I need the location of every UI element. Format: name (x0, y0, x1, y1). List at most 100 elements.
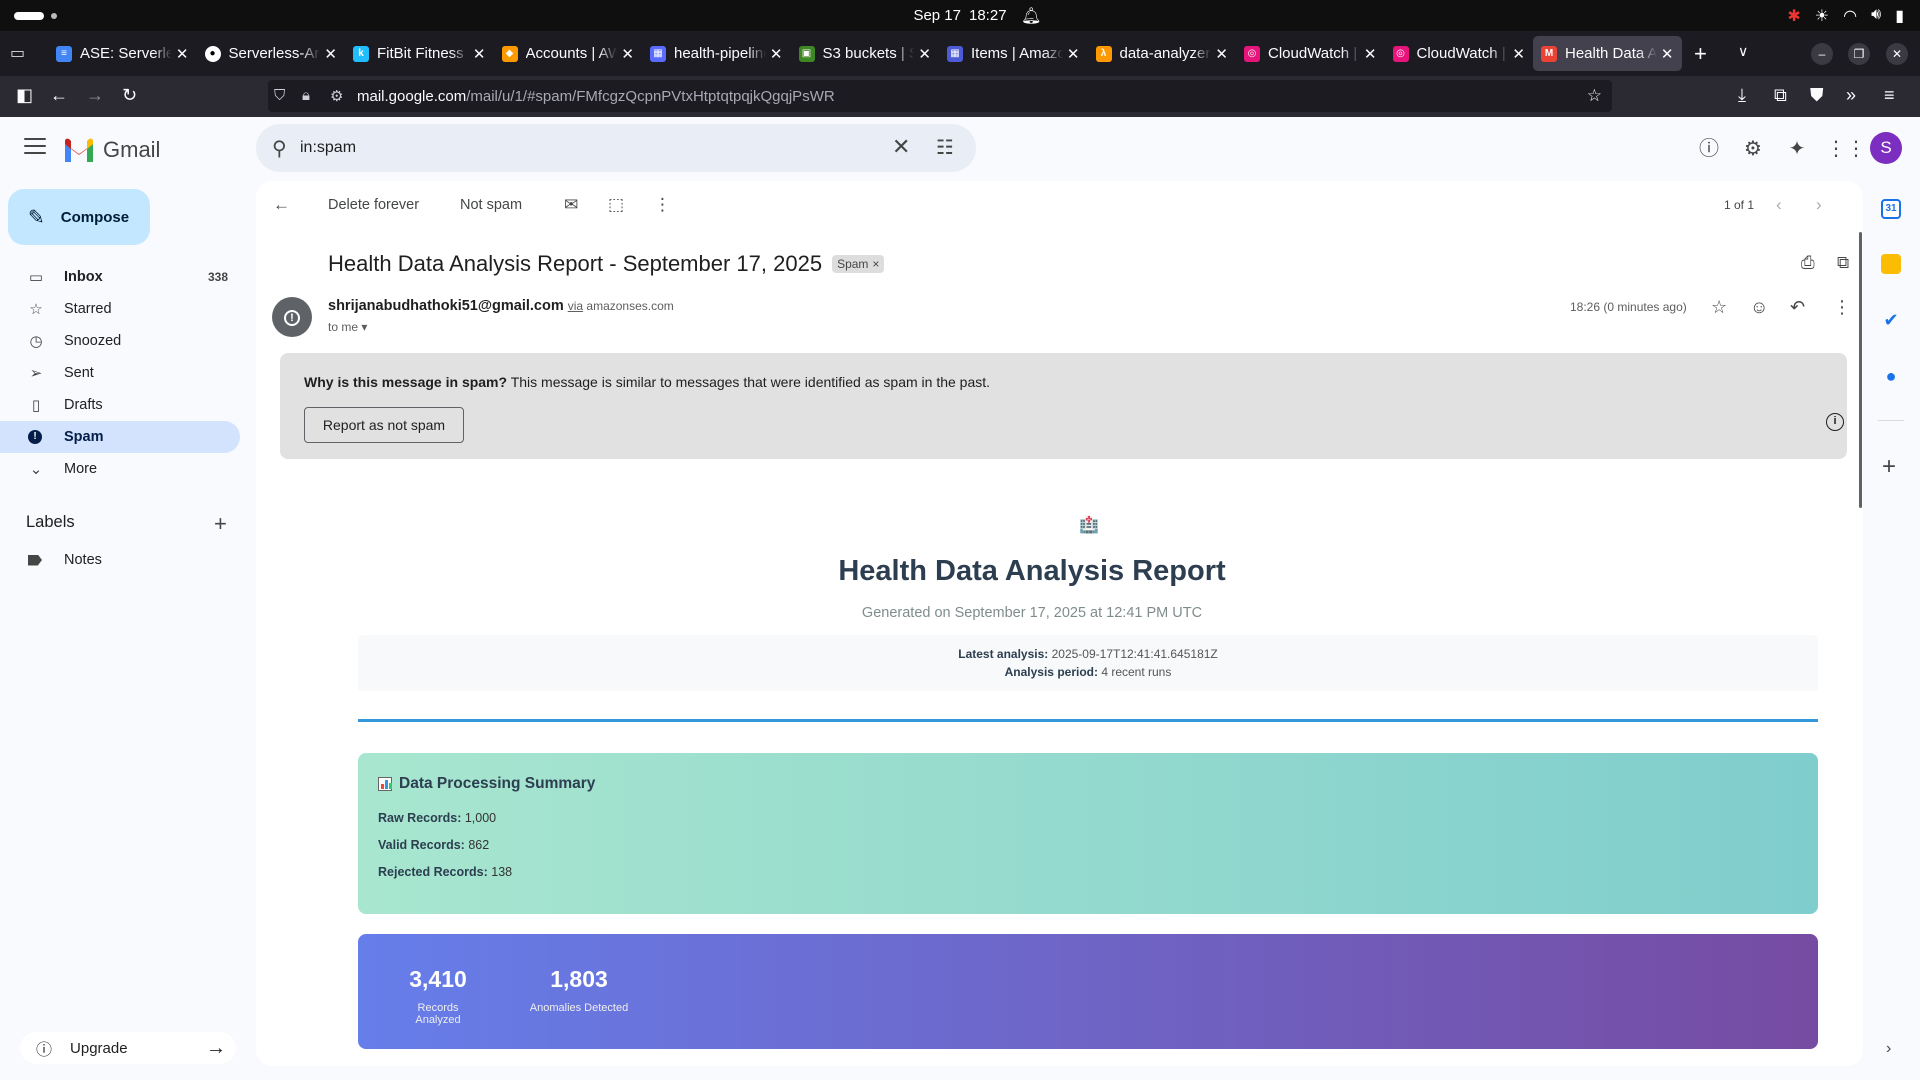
browser-tab[interactable]: ● Serverless-Arch✕ (197, 36, 346, 71)
tab-overview-icon[interactable]: ▭ (10, 43, 30, 63)
nav-item-snoozed[interactable]: ◷ Snoozed (0, 325, 240, 357)
report-not-spam-button[interactable]: Report as not spam (304, 407, 464, 443)
volume-icon[interactable]: 🔊︎ (1871, 6, 1881, 26)
print-icon[interactable]: ⎙ (1801, 253, 1815, 273)
notification-bell-icon[interactable]: 🔔︎ (1021, 6, 1041, 26)
tab-close-icon[interactable]: ✕ (1364, 45, 1377, 63)
calendar-icon[interactable]: 31 (1881, 199, 1901, 219)
browser-tab[interactable]: ◎ CloudWatch | ✕ (1385, 36, 1534, 71)
nav-item-inbox[interactable]: ▭ Inbox 338 (0, 261, 240, 293)
battery-icon[interactable]: ▮ (1895, 6, 1904, 26)
spam-label-chip[interactable]: Spam × (832, 255, 885, 273)
gmail-logo[interactable]: Gmail (63, 136, 160, 164)
not-spam-button[interactable]: Not spam (460, 197, 522, 213)
tasks-icon[interactable]: ✔ (1881, 310, 1901, 330)
clear-search-icon[interactable]: ✕ (892, 134, 910, 160)
forward-arrow-icon[interactable]: → (86, 85, 104, 106)
browser-tab[interactable]: ≡ ASE: Serverless✕ (48, 36, 197, 71)
label-item-notes[interactable]: Notes (28, 552, 102, 568)
back-to-list-icon[interactable]: ← (273, 195, 290, 215)
browser-tab[interactable]: λ data-analyzer ✕ (1088, 36, 1237, 71)
browser-tab[interactable]: k FitBit Fitness ✕ (345, 36, 494, 71)
newer-chevron-icon[interactable]: ‹ (1776, 195, 1782, 215)
recipient-details[interactable]: to me ▾ (328, 320, 367, 334)
nav-item-spam[interactable]: ! Spam (0, 421, 240, 453)
lock-icon[interactable]: 🔒︎ (302, 87, 310, 104)
account-avatar[interactable]: S (1870, 132, 1902, 164)
search-icon[interactable]: ⚲ (272, 136, 287, 161)
main-menu-icon[interactable] (24, 138, 46, 159)
url-bar[interactable]: ⛉ 🔒︎ ⚙ mail.google.com/mail/u/1/#spam/FM… (268, 80, 1612, 112)
via-word[interactable]: via (568, 299, 583, 313)
restore-icon[interactable]: ❐ (1848, 43, 1870, 65)
more-options-icon[interactable]: ⋮ (654, 195, 671, 215)
tab-close-icon[interactable]: ✕ (918, 45, 931, 63)
message-more-icon[interactable]: ⋮ (1833, 297, 1851, 318)
gemini-sparkle-icon[interactable]: ✦ (1785, 137, 1809, 161)
remove-label-icon[interactable]: × (872, 257, 879, 271)
older-chevron-icon[interactable]: › (1816, 195, 1822, 215)
nav-item-starred[interactable]: ☆ Starred (0, 293, 240, 325)
browser-tab[interactable]: ▦ health-pipeline ✕ (642, 36, 791, 71)
collapse-rail-icon[interactable]: › (1886, 1040, 1891, 1058)
tab-close-icon[interactable]: ✕ (324, 45, 337, 63)
minimize-icon[interactable]: – (1811, 43, 1833, 65)
reply-icon[interactable]: ↶ (1790, 297, 1805, 318)
url-text[interactable]: mail.google.com/mail/u/1/#spam/FMfcgzQcp… (357, 88, 835, 105)
open-new-window-icon[interactable]: ⧉ (1837, 253, 1849, 273)
sender-email[interactable]: shrijanabudhathoki51@gmail.com (328, 298, 564, 314)
star-icon[interactable]: ☆ (1711, 297, 1727, 318)
info-icon[interactable]: i (1826, 413, 1844, 431)
shield-icon[interactable]: ⛉ (274, 87, 285, 104)
tab-close-icon[interactable]: ✕ (1512, 45, 1525, 63)
back-arrow-icon[interactable]: ← (50, 85, 68, 106)
tab-close-icon[interactable]: ✕ (770, 45, 783, 63)
permissions-icon[interactable]: ⚙ (330, 87, 343, 105)
reload-icon[interactable]: ↻ (122, 85, 137, 106)
scrollbar-thumb[interactable] (1859, 232, 1862, 508)
upgrade-button[interactable]: ⓘ Upgrade → (20, 1032, 236, 1064)
privacy-badger-icon[interactable]: ⛊ (1810, 85, 1824, 106)
brightness-icon[interactable]: ☀ (1815, 6, 1829, 26)
downloads-icon[interactable]: ⤓ (1738, 85, 1746, 106)
compose-button[interactable]: ✎ Compose (8, 189, 150, 245)
browser-tab[interactable]: ▦ Items | Amazon✕ (939, 36, 1088, 71)
apps-grid-icon[interactable]: ⋮⋮ (1826, 137, 1866, 161)
nav-item-more[interactable]: ⌄ More (0, 453, 240, 485)
browser-tab[interactable]: ▣ S3 buckets | S3✕ (791, 36, 940, 71)
close-window-icon[interactable]: ✕ (1886, 43, 1908, 65)
new-tab-button[interactable]: + (1694, 41, 1707, 67)
tab-close-icon[interactable]: ✕ (473, 45, 486, 63)
list-all-tabs-icon[interactable]: ∨ (1738, 43, 1748, 60)
get-addons-icon[interactable]: + (1882, 453, 1896, 481)
overflow-chevron-icon[interactable]: » (1846, 85, 1856, 106)
nav-item-drafts[interactable]: ▯ Drafts (0, 389, 240, 421)
app-tray-icon[interactable]: ✱ (1787, 6, 1800, 26)
nav-item-sent[interactable]: ➢ Sent (0, 357, 240, 389)
system-tray[interactable]: ✱ ☀ ◠ 🔊︎ ▮ (1787, 6, 1904, 26)
tab-close-icon[interactable]: ✕ (1215, 45, 1228, 63)
wifi-icon[interactable]: ◠ (1843, 6, 1857, 26)
browser-tab[interactable]: M Health Data Ana✕ (1533, 36, 1682, 71)
browser-tab[interactable]: ◎ CloudWatch | ✕ (1236, 36, 1385, 71)
tab-close-icon[interactable]: ✕ (1067, 45, 1080, 63)
delete-forever-button[interactable]: Delete forever (328, 197, 419, 213)
add-label-icon[interactable]: + (214, 511, 227, 537)
tab-close-icon[interactable]: ✕ (176, 45, 189, 63)
contacts-icon[interactable]: ● (1881, 366, 1901, 386)
tab-close-icon[interactable]: ✕ (1661, 45, 1674, 63)
sidebar-toggle-icon[interactable]: ◧ (16, 85, 33, 106)
tab-close-icon[interactable]: ✕ (621, 45, 634, 63)
mark-unread-icon[interactable]: ✉ (564, 195, 578, 215)
hamburger-menu-icon[interactable]: ≡ (1884, 85, 1895, 106)
search-input[interactable] (300, 132, 900, 164)
help-icon[interactable]: ⓘ (1697, 137, 1721, 161)
extensions-icon[interactable]: ⧉ (1774, 85, 1787, 106)
browser-tab[interactable]: ◆ Accounts | AWS✕ (494, 36, 643, 71)
keep-icon[interactable] (1881, 254, 1901, 274)
search-options-icon[interactable]: ☷ (936, 135, 954, 160)
emoji-react-icon[interactable]: ☺ (1750, 297, 1768, 318)
bookmark-star-icon[interactable]: ☆ (1587, 86, 1602, 106)
os-clock[interactable]: Sep 17 18:27 (0, 7, 1920, 24)
settings-gear-icon[interactable]: ⚙ (1741, 137, 1765, 161)
